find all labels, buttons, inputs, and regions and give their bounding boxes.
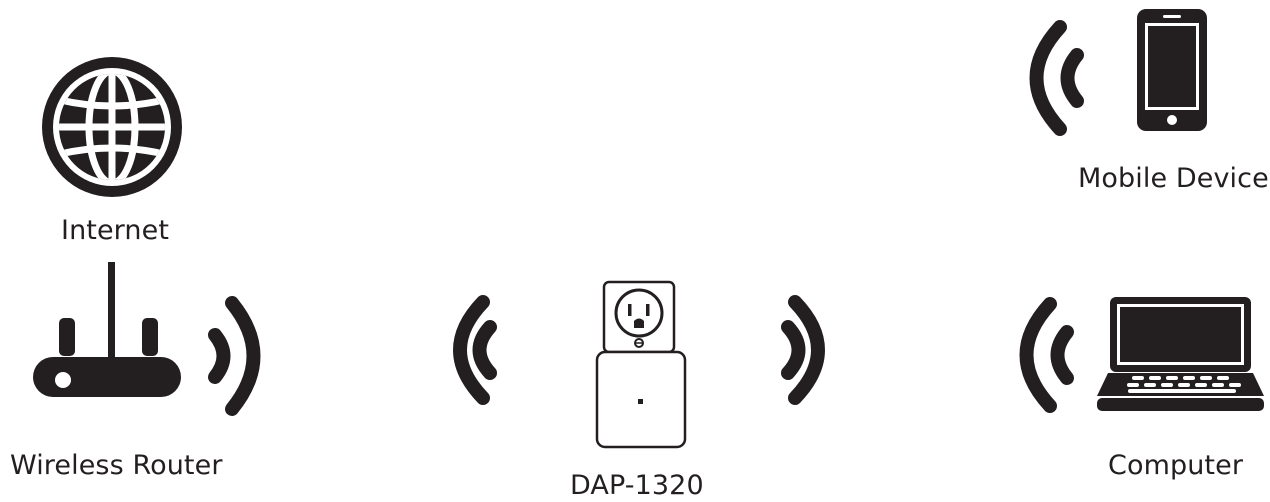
internet-label: Internet — [61, 215, 170, 246]
laptop-icon — [1097, 297, 1264, 411]
network-diagram — [33, 9, 1264, 449]
extender-signal-in-icon — [453, 295, 497, 405]
smartphone-icon — [1137, 9, 1207, 131]
computer-label: Computer — [1108, 450, 1244, 481]
plug-in-extender-icon — [595, 280, 687, 449]
extender-signal-out-icon — [781, 295, 825, 405]
router-icon — [33, 262, 181, 397]
router-signal-icon — [208, 296, 261, 416]
mobile-device-label: Mobile Device — [1078, 163, 1269, 194]
mobile-signal-icon — [1029, 20, 1084, 136]
wireless-router-label: Wireless Router — [10, 450, 223, 481]
computer-signal-icon — [1019, 297, 1074, 413]
extender-label: DAP-1320 — [570, 470, 704, 501]
globe-icon — [42, 57, 182, 197]
